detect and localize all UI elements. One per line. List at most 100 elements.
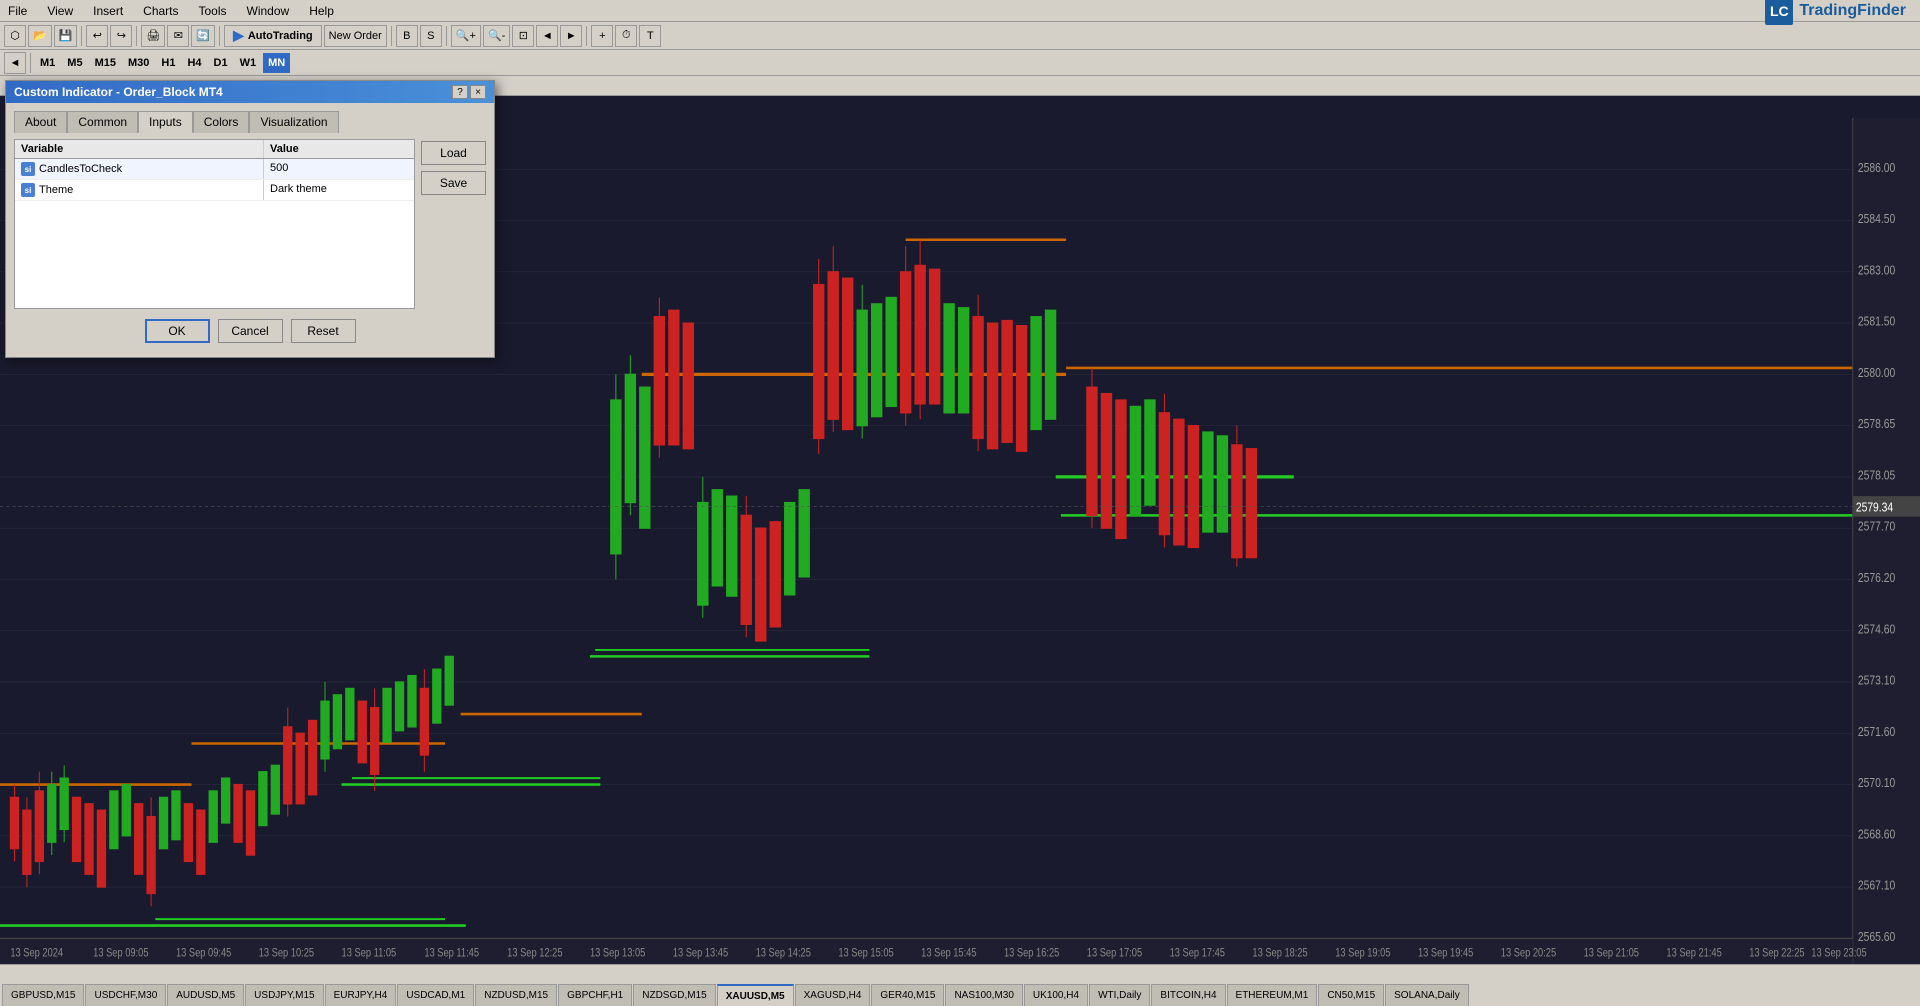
svg-text:2584.50: 2584.50 (1858, 212, 1896, 226)
tf-arrow-left[interactable]: ◄ (4, 52, 26, 74)
menu-help[interactable]: Help (305, 2, 338, 20)
toolbar-redo[interactable]: ↪ (110, 25, 132, 47)
tab-nas100[interactable]: NAS100,M30 (945, 984, 1022, 1006)
var-icon-1: si (21, 183, 35, 197)
tab-bitcoin[interactable]: BITCOIN,H4 (1151, 984, 1225, 1006)
tf-d1[interactable]: D1 (209, 53, 233, 73)
tab-xagusd[interactable]: XAGUSD,H4 (795, 984, 871, 1006)
dialog-tab-colors[interactable]: Colors (193, 111, 250, 133)
table-header: Variable Value (15, 140, 414, 159)
tab-gbpchf[interactable]: GBPCHF,H1 (558, 984, 632, 1006)
toolbar-undo[interactable]: ↩ (86, 25, 108, 47)
tab-audusd[interactable]: AUDUSD,M5 (167, 984, 244, 1006)
dialog-titlebar[interactable]: Custom Indicator - Order_Block MT4 ? × (6, 81, 494, 103)
reset-button[interactable]: Reset (291, 319, 356, 343)
tab-usdchf[interactable]: USDCHF,M30 (85, 984, 166, 1006)
tf-m15[interactable]: M15 (90, 53, 121, 73)
toolbar-mail[interactable]: ✉ (167, 25, 189, 47)
toolbar-scroll-right[interactable]: ► (560, 25, 582, 47)
table-row[interactable]: si CandlesToCheck 500 (15, 159, 414, 180)
tab-xauusd[interactable]: XAUUSD,M5 (717, 984, 794, 1006)
svg-text:13 Sep 20:25: 13 Sep 20:25 (1501, 948, 1556, 960)
svg-text:2579.34: 2579.34 (1856, 501, 1894, 515)
svg-text:2570.10: 2570.10 (1858, 776, 1896, 790)
toolbar-scroll-left[interactable]: ◄ (536, 25, 558, 47)
svg-text:13 Sep 09:05: 13 Sep 09:05 (93, 948, 148, 960)
dialog-tab-visualization[interactable]: Visualization (249, 111, 338, 133)
dialog-table-area: Variable Value si CandlesToCheck 500 si … (14, 139, 486, 309)
tab-usdcad[interactable]: USDCAD,M1 (397, 984, 474, 1006)
dialog-tab-about[interactable]: About (14, 111, 67, 133)
auto-trading-button[interactable]: ▶ AutoTrading (224, 25, 322, 47)
svg-text:13 Sep 21:05: 13 Sep 21:05 (1584, 948, 1639, 960)
menu-tools[interactable]: Tools (195, 2, 231, 20)
new-order-button[interactable]: New Order (324, 25, 387, 47)
tab-ger40[interactable]: GER40,M15 (871, 984, 944, 1006)
tf-m5[interactable]: M5 (62, 53, 87, 73)
load-button[interactable]: Load (421, 141, 486, 165)
tab-wti[interactable]: WTI,Daily (1089, 984, 1150, 1006)
svg-text:13 Sep 21:45: 13 Sep 21:45 (1666, 948, 1721, 960)
tab-eurjpy[interactable]: EURJPY,H4 (325, 984, 397, 1006)
svg-text:13 Sep 15:45: 13 Sep 15:45 (921, 948, 976, 960)
dialog-tab-inputs[interactable]: Inputs (138, 111, 193, 133)
table-row[interactable]: si Theme Dark theme (15, 180, 414, 201)
svg-text:2565.60: 2565.60 (1858, 930, 1896, 944)
td-value-0[interactable]: 500 (264, 159, 414, 179)
svg-text:13 Sep 11:45: 13 Sep 11:45 (424, 948, 479, 960)
tab-gbpusd[interactable]: GBPUSD,M15 (2, 984, 84, 1006)
menu-view[interactable]: View (43, 2, 77, 20)
toolbar-zoom-out[interactable]: 🔍- (483, 25, 510, 47)
toolbar-crosshair[interactable]: + (591, 25, 613, 47)
sep4 (391, 26, 392, 46)
toolbar-open[interactable]: 📂 (28, 25, 52, 47)
dialog-help-button[interactable]: ? (452, 85, 468, 99)
tab-nzdusd[interactable]: NZDUSD,M15 (475, 984, 557, 1006)
dialog-close-button[interactable]: × (470, 85, 486, 99)
tf-h4[interactable]: H4 (182, 53, 206, 73)
toolbar-buy[interactable]: B (396, 25, 418, 47)
svg-text:2574.60: 2574.60 (1858, 622, 1896, 636)
tab-ethereum[interactable]: ETHEREUM,M1 (1227, 984, 1318, 1006)
tab-solana[interactable]: SOLANA,Daily (1385, 984, 1469, 1006)
menu-charts[interactable]: Charts (139, 2, 182, 20)
toolbar-refresh[interactable]: 🔄 (191, 25, 215, 47)
save-button[interactable]: Save (421, 171, 486, 195)
dialog-tab-common[interactable]: Common (67, 111, 138, 133)
toolbar-sell[interactable]: S (420, 25, 442, 47)
svg-text:13 Sep 18:25: 13 Sep 18:25 (1252, 948, 1307, 960)
toolbar-print[interactable]: 🖨 (141, 25, 165, 47)
svg-text:13 Sep 22:25: 13 Sep 22:25 (1749, 948, 1804, 960)
tf-w1[interactable]: W1 (235, 53, 262, 73)
toolbar-period[interactable]: ⏱ (615, 25, 637, 47)
cancel-button[interactable]: Cancel (218, 319, 283, 343)
tab-uk100[interactable]: UK100,H4 (1024, 984, 1088, 1006)
main-toolbar: ⬡ 📂 💾 ↩ ↪ 🖨 ✉ 🔄 ▶ AutoTrading New Order … (0, 22, 1920, 50)
svg-text:2581.50: 2581.50 (1858, 315, 1896, 329)
var-name-1: Theme (39, 184, 73, 196)
ok-button[interactable]: OK (145, 319, 210, 343)
toolbar-fit[interactable]: ⊡ (512, 25, 534, 47)
sep1 (81, 26, 82, 46)
tf-h1[interactable]: H1 (156, 53, 180, 73)
td-value-1[interactable]: Dark theme (264, 180, 414, 200)
menu-window[interactable]: Window (243, 2, 294, 20)
menu-insert[interactable]: Insert (89, 2, 127, 20)
svg-text:13 Sep 13:05: 13 Sep 13:05 (590, 948, 645, 960)
logo-area: LC TradingFinder (1765, 0, 1916, 25)
toolbar-new[interactable]: ⬡ (4, 25, 26, 47)
tab-nzdsgd[interactable]: NZDSGD,M15 (633, 984, 715, 1006)
svg-text:2583.00: 2583.00 (1858, 263, 1896, 277)
svg-text:2571.60: 2571.60 (1858, 725, 1896, 739)
tf-m30[interactable]: M30 (123, 53, 154, 73)
toolbar-template[interactable]: T (639, 25, 661, 47)
tab-usdjpy[interactable]: USDJPY,M15 (245, 984, 323, 1006)
toolbar-save[interactable]: 💾 (54, 25, 78, 47)
toolbar-zoom-in[interactable]: 🔍+ (451, 25, 481, 47)
tf-m1[interactable]: M1 (35, 53, 60, 73)
dialog-content: About Common Inputs Colors Visualization… (6, 103, 494, 357)
tab-cn50[interactable]: CN50,M15 (1318, 984, 1384, 1006)
col-variable: Variable (15, 140, 264, 158)
tf-mn[interactable]: MN (263, 53, 290, 73)
menu-file[interactable]: File (4, 2, 31, 20)
